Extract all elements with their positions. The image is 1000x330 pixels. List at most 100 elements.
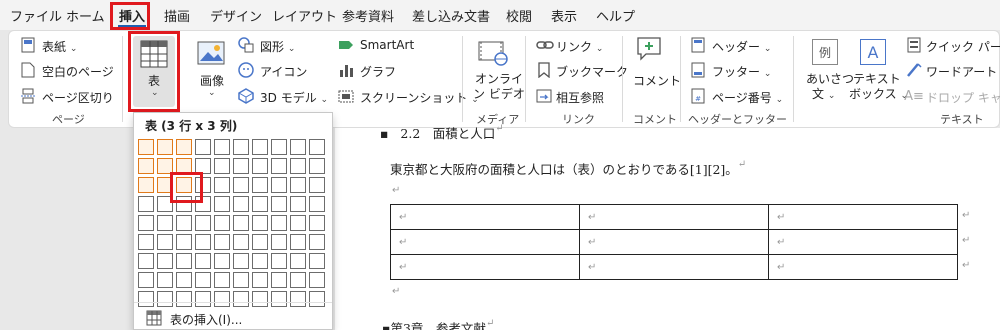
grid-cell[interactable] bbox=[157, 139, 173, 155]
page-number-button[interactable]: ページ番号 ⌄ bbox=[712, 89, 783, 106]
smartart-button[interactable]: SmartArt bbox=[360, 38, 414, 52]
quick-parts-button[interactable]: クイック パーツ ⌄ bbox=[926, 38, 1000, 55]
grid-cell[interactable] bbox=[176, 253, 192, 269]
grid-cell[interactable] bbox=[138, 272, 154, 288]
grid-cell[interactable] bbox=[252, 177, 268, 193]
page-break-button[interactable]: ページ区切り bbox=[42, 89, 114, 106]
chart-button[interactable]: グラフ bbox=[360, 63, 396, 80]
grid-cell[interactable] bbox=[290, 158, 306, 174]
grid-cell[interactable] bbox=[195, 253, 211, 269]
text-box-label-2[interactable]: ボックス ⌄ bbox=[849, 85, 908, 102]
grid-cell[interactable] bbox=[176, 272, 192, 288]
grid-cell[interactable] bbox=[138, 177, 154, 193]
cover-page-button[interactable]: 表紙 ⌄ bbox=[42, 38, 77, 55]
grid-cell[interactable] bbox=[233, 158, 249, 174]
grid-cell[interactable] bbox=[214, 139, 230, 155]
grid-cell[interactable] bbox=[233, 291, 249, 307]
grid-cell[interactable] bbox=[233, 139, 249, 155]
grid-cell[interactable] bbox=[214, 253, 230, 269]
grid-cell[interactable] bbox=[290, 291, 306, 307]
grid-cell[interactable] bbox=[214, 272, 230, 288]
tab-draw[interactable]: 描画 bbox=[164, 6, 190, 25]
grid-cell[interactable] bbox=[138, 139, 154, 155]
grid-cell[interactable] bbox=[138, 253, 154, 269]
tab-review[interactable]: 校閲 bbox=[506, 6, 532, 25]
grid-cell[interactable] bbox=[233, 215, 249, 231]
drop-cap-button[interactable]: ドロップ キャップ bbox=[926, 89, 1000, 106]
grid-cell[interactable] bbox=[252, 139, 268, 155]
bookmark-button[interactable]: ブックマーク bbox=[556, 63, 628, 80]
grid-cell[interactable] bbox=[290, 196, 306, 212]
shapes-button[interactable]: 図形 ⌄ bbox=[260, 38, 295, 55]
grid-cell[interactable] bbox=[195, 234, 211, 250]
insert-table-menu-item[interactable]: 表の挿入(I)... bbox=[170, 311, 242, 328]
blank-page-button[interactable]: 空白のページ bbox=[42, 63, 114, 80]
grid-cell[interactable] bbox=[195, 139, 211, 155]
grid-cell[interactable] bbox=[138, 196, 154, 212]
grid-cell[interactable] bbox=[309, 291, 325, 307]
grid-cell[interactable] bbox=[290, 177, 306, 193]
grid-cell[interactable] bbox=[214, 234, 230, 250]
grid-cell[interactable] bbox=[233, 177, 249, 193]
3d-model-button[interactable]: 3D モデル ⌄ bbox=[260, 89, 328, 106]
grid-cell[interactable] bbox=[309, 177, 325, 193]
grid-cell[interactable] bbox=[271, 215, 287, 231]
online-video-label-2[interactable]: ン ビデオ bbox=[473, 85, 525, 102]
grid-cell[interactable] bbox=[290, 215, 306, 231]
grid-cell[interactable] bbox=[138, 158, 154, 174]
grid-cell[interactable] bbox=[309, 215, 325, 231]
grid-cell[interactable] bbox=[157, 234, 173, 250]
tab-layout[interactable]: レイアウト bbox=[272, 6, 337, 25]
table-cell[interactable]: ↵ bbox=[390, 204, 580, 230]
grid-cell[interactable] bbox=[233, 196, 249, 212]
table-cell[interactable]: ↵ bbox=[579, 204, 769, 230]
grid-cell[interactable] bbox=[214, 291, 230, 307]
table-cell[interactable]: ↵ bbox=[579, 229, 769, 255]
grid-cell[interactable] bbox=[290, 272, 306, 288]
grid-cell[interactable] bbox=[271, 253, 287, 269]
grid-cell[interactable] bbox=[138, 291, 154, 307]
grid-cell[interactable] bbox=[233, 272, 249, 288]
cross-reference-button[interactable]: 相互参照 bbox=[556, 89, 604, 106]
grid-cell[interactable] bbox=[195, 291, 211, 307]
grid-cell[interactable] bbox=[271, 177, 287, 193]
grid-cell[interactable] bbox=[252, 158, 268, 174]
grid-cell[interactable] bbox=[252, 253, 268, 269]
grid-cell[interactable] bbox=[309, 253, 325, 269]
grid-cell[interactable] bbox=[157, 253, 173, 269]
grid-cell[interactable] bbox=[176, 291, 192, 307]
wordart-button[interactable]: ワードアート ⌄ bbox=[926, 63, 1000, 80]
comment-button[interactable]: コメント bbox=[633, 72, 681, 89]
tab-design[interactable]: デザイン bbox=[210, 6, 262, 25]
table-size-grid[interactable] bbox=[138, 139, 325, 307]
tab-mailings[interactable]: 差し込み文書 bbox=[412, 6, 490, 25]
grid-cell[interactable] bbox=[309, 158, 325, 174]
greeting-button-label-2[interactable]: 文 ⌄ bbox=[812, 85, 835, 102]
grid-cell[interactable] bbox=[157, 291, 173, 307]
tab-references[interactable]: 参考資料 bbox=[342, 6, 394, 25]
grid-cell[interactable] bbox=[309, 272, 325, 288]
grid-cell[interactable] bbox=[290, 234, 306, 250]
footer-button[interactable]: フッター ⌄ bbox=[712, 63, 771, 80]
grid-cell[interactable] bbox=[157, 272, 173, 288]
grid-cell[interactable] bbox=[252, 215, 268, 231]
grid-cell[interactable] bbox=[176, 234, 192, 250]
grid-cell[interactable] bbox=[271, 139, 287, 155]
screenshot-button[interactable]: スクリーンショット ⌄ bbox=[360, 89, 479, 106]
body-paragraph[interactable]: 東京都と大阪府の面積と人口は（表）のとおりである[1][2]。 ↵ bbox=[390, 159, 746, 178]
tab-file[interactable]: ファイル bbox=[10, 6, 62, 25]
grid-cell[interactable] bbox=[195, 215, 211, 231]
tab-home[interactable]: ホーム bbox=[66, 6, 105, 25]
grid-cell[interactable] bbox=[309, 139, 325, 155]
tab-help[interactable]: ヘルプ bbox=[596, 6, 635, 25]
grid-cell[interactable] bbox=[271, 272, 287, 288]
grid-cell[interactable] bbox=[252, 291, 268, 307]
grid-cell[interactable] bbox=[271, 291, 287, 307]
tab-view[interactable]: 表示 bbox=[551, 6, 577, 25]
grid-cell[interactable] bbox=[271, 196, 287, 212]
grid-cell[interactable] bbox=[176, 215, 192, 231]
table-cell[interactable]: ↵ bbox=[579, 254, 769, 280]
grid-cell[interactable] bbox=[252, 272, 268, 288]
grid-cell[interactable] bbox=[214, 196, 230, 212]
grid-cell[interactable] bbox=[138, 215, 154, 231]
